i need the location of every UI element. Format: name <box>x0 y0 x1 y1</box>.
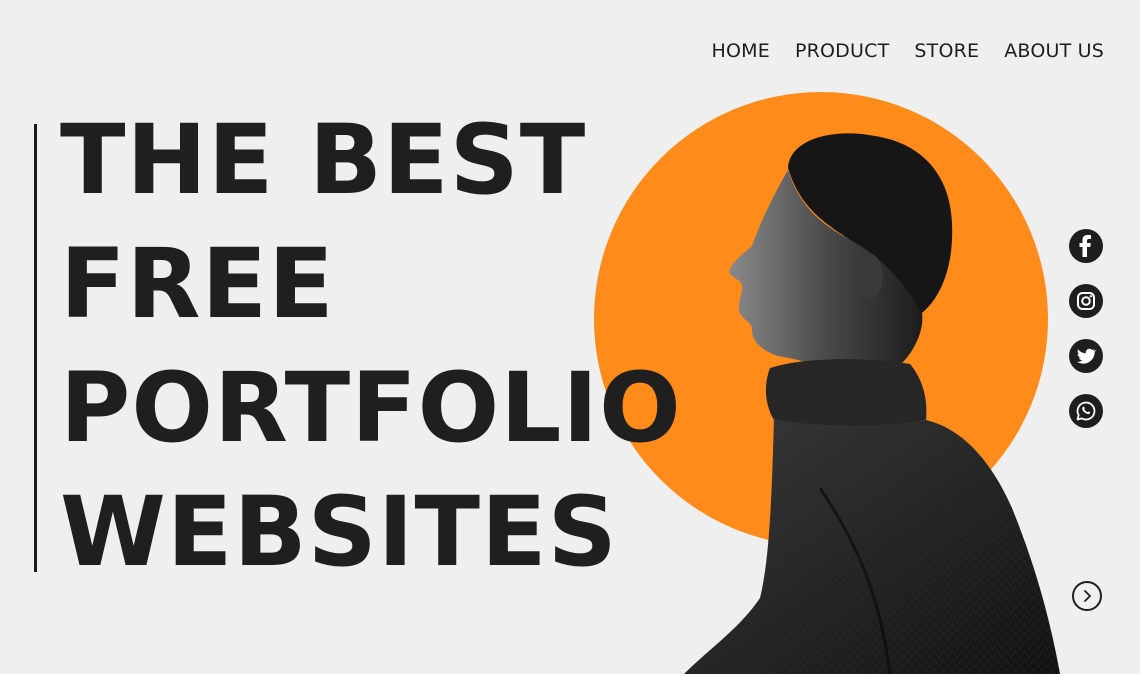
headline-line-3: PORTFOLIO <box>60 352 682 464</box>
whatsapp-icon[interactable] <box>1069 394 1103 428</box>
social-links <box>1069 229 1103 428</box>
next-slide-button[interactable] <box>1072 581 1102 611</box>
hero-portrait <box>684 133 1060 674</box>
headline-divider <box>34 124 37 572</box>
instagram-icon[interactable] <box>1069 284 1103 318</box>
headline-line-2: FREE <box>60 228 335 340</box>
nav-store-link[interactable]: STORE <box>914 38 979 64</box>
nav-about-us-link[interactable]: ABOUT US <box>1004 38 1104 64</box>
twitter-icon[interactable] <box>1069 339 1103 373</box>
nav-home-link[interactable]: HOME <box>712 38 770 64</box>
nav-product-link[interactable]: PRODUCT <box>795 38 889 64</box>
hero-headline: THE BEST FREE PORTFOLIO WEBSITES <box>60 98 682 594</box>
headline-line-4: WEBSITES <box>60 476 618 588</box>
facebook-icon[interactable] <box>1069 229 1103 263</box>
chevron-right-icon <box>1084 590 1091 602</box>
headline-line-1: THE BEST <box>60 104 587 216</box>
main-nav: HOME PRODUCT STORE ABOUT US <box>712 38 1105 64</box>
